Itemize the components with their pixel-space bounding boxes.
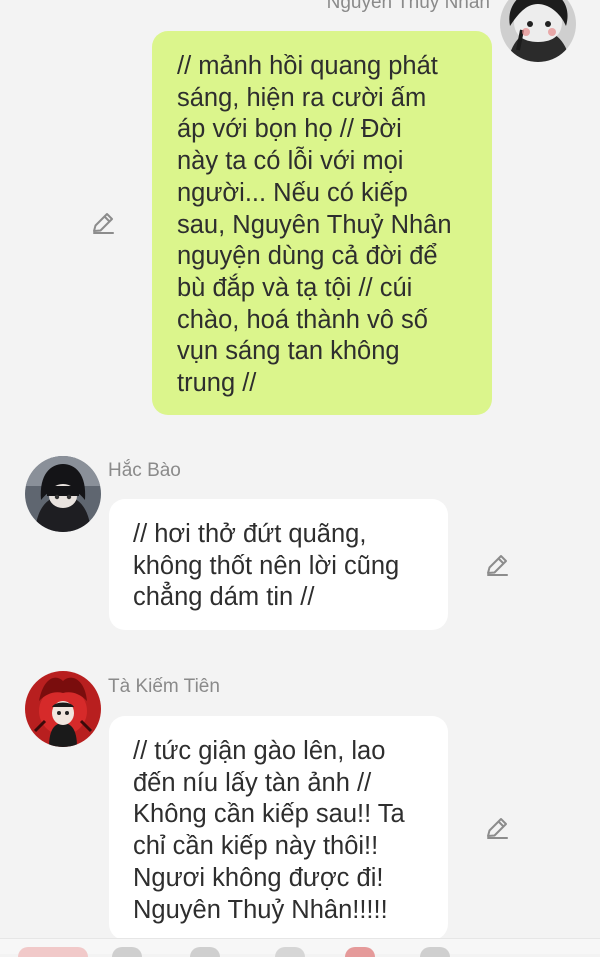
- avatar[interactable]: [25, 456, 101, 532]
- toolbar-stub[interactable]: [345, 947, 375, 957]
- sender-name: Tà Kiếm Tiên: [108, 676, 220, 697]
- toolbar-stub[interactable]: [112, 947, 142, 957]
- sender-name: Hắc Bào: [108, 460, 181, 481]
- message-bubble[interactable]: // mảnh hồi quang phát sáng, hiện ra cườ…: [152, 31, 492, 415]
- toolbar-stub[interactable]: [275, 947, 305, 957]
- bottom-toolbar: [0, 938, 600, 957]
- avatar-image: [25, 671, 101, 747]
- toolbar-stub[interactable]: [190, 947, 220, 957]
- toolbar-stub[interactable]: [18, 947, 88, 957]
- message-bubble[interactable]: // tức giận gào lên, lao đến níu lấy tàn…: [109, 716, 448, 940]
- sender-name: Nguyên Thuỷ Nhân: [326, 0, 490, 13]
- avatar[interactable]: [25, 671, 101, 747]
- message-bubble[interactable]: // hơi thở đứt quãng, không thốt nên lời…: [109, 499, 448, 630]
- pencil-icon[interactable]: [483, 814, 511, 842]
- pencil-icon[interactable]: [89, 209, 117, 237]
- pencil-icon[interactable]: [483, 551, 511, 579]
- avatar-image: [500, 0, 576, 62]
- avatar[interactable]: [500, 0, 576, 62]
- toolbar-stub[interactable]: [420, 947, 450, 957]
- avatar-image: [25, 456, 101, 532]
